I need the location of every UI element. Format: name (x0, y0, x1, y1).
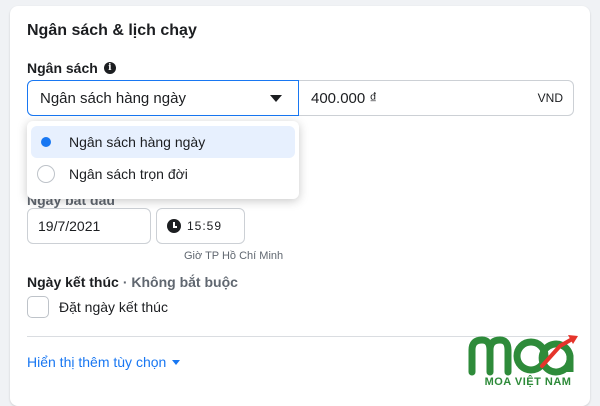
budget-type-value: Ngân sách hàng ngày (40, 89, 186, 107)
start-time-input[interactable]: 15:59 (156, 208, 245, 244)
caret-down-icon (270, 94, 282, 102)
moa-logo-mark (468, 335, 578, 376)
option-lifetime-budget[interactable]: Ngân sách trọn đời (31, 158, 295, 190)
caret-down-icon (172, 359, 181, 365)
budget-type-dropdown: Ngân sách hàng ngày Ngân sách trọn đời (27, 121, 299, 199)
show-more-options-label: Hiển thị thêm tùy chọn (27, 354, 167, 370)
show-more-options-link[interactable]: Hiển thị thêm tùy chọn (27, 354, 181, 370)
budget-type-select[interactable]: Ngân sách hàng ngày (27, 80, 299, 116)
end-date-checkbox[interactable] (27, 296, 49, 318)
option-daily-budget[interactable]: Ngân sách hàng ngày (31, 126, 295, 158)
clock-icon (167, 219, 181, 233)
budget-label: Ngân sách (27, 60, 98, 76)
start-date-input[interactable]: 19/7/2021 (27, 208, 151, 244)
optional-text: · Không bắt buộc (122, 274, 238, 290)
moa-logo: MOA VIỆT NAM (466, 332, 590, 392)
logo-text: MOA VIỆT NAM (484, 376, 572, 388)
radio-selected-icon[interactable] (37, 133, 55, 151)
end-date-checkbox-label: Đặt ngày kết thúc (59, 299, 168, 315)
start-date-value: 19/7/2021 (38, 218, 101, 234)
radio-empty-icon[interactable] (37, 165, 55, 183)
budget-label-row: Ngân sách i (27, 60, 116, 76)
info-icon[interactable]: i (103, 62, 116, 74)
currency-label: VND (537, 91, 563, 105)
end-date-checkbox-row[interactable]: Đặt ngày kết thúc (27, 296, 168, 318)
budget-amount-input[interactable]: 400.000 ₫ VND (299, 80, 574, 116)
option-label: Ngân sách hàng ngày (69, 134, 206, 150)
end-date-label: Ngày kết thúc (27, 274, 119, 290)
timezone-text: Giờ TP Hồ Chí Minh (184, 250, 284, 262)
option-label: Ngân sách trọn đời (69, 166, 188, 182)
section-title: Ngân sách & lịch chạy (27, 22, 197, 39)
start-time-value: 15:59 (187, 219, 223, 233)
budget-amount-value: 400.000 ₫ (311, 89, 378, 107)
end-date-label-row: Ngày kết thúc · Không bắt buộc (27, 274, 238, 290)
